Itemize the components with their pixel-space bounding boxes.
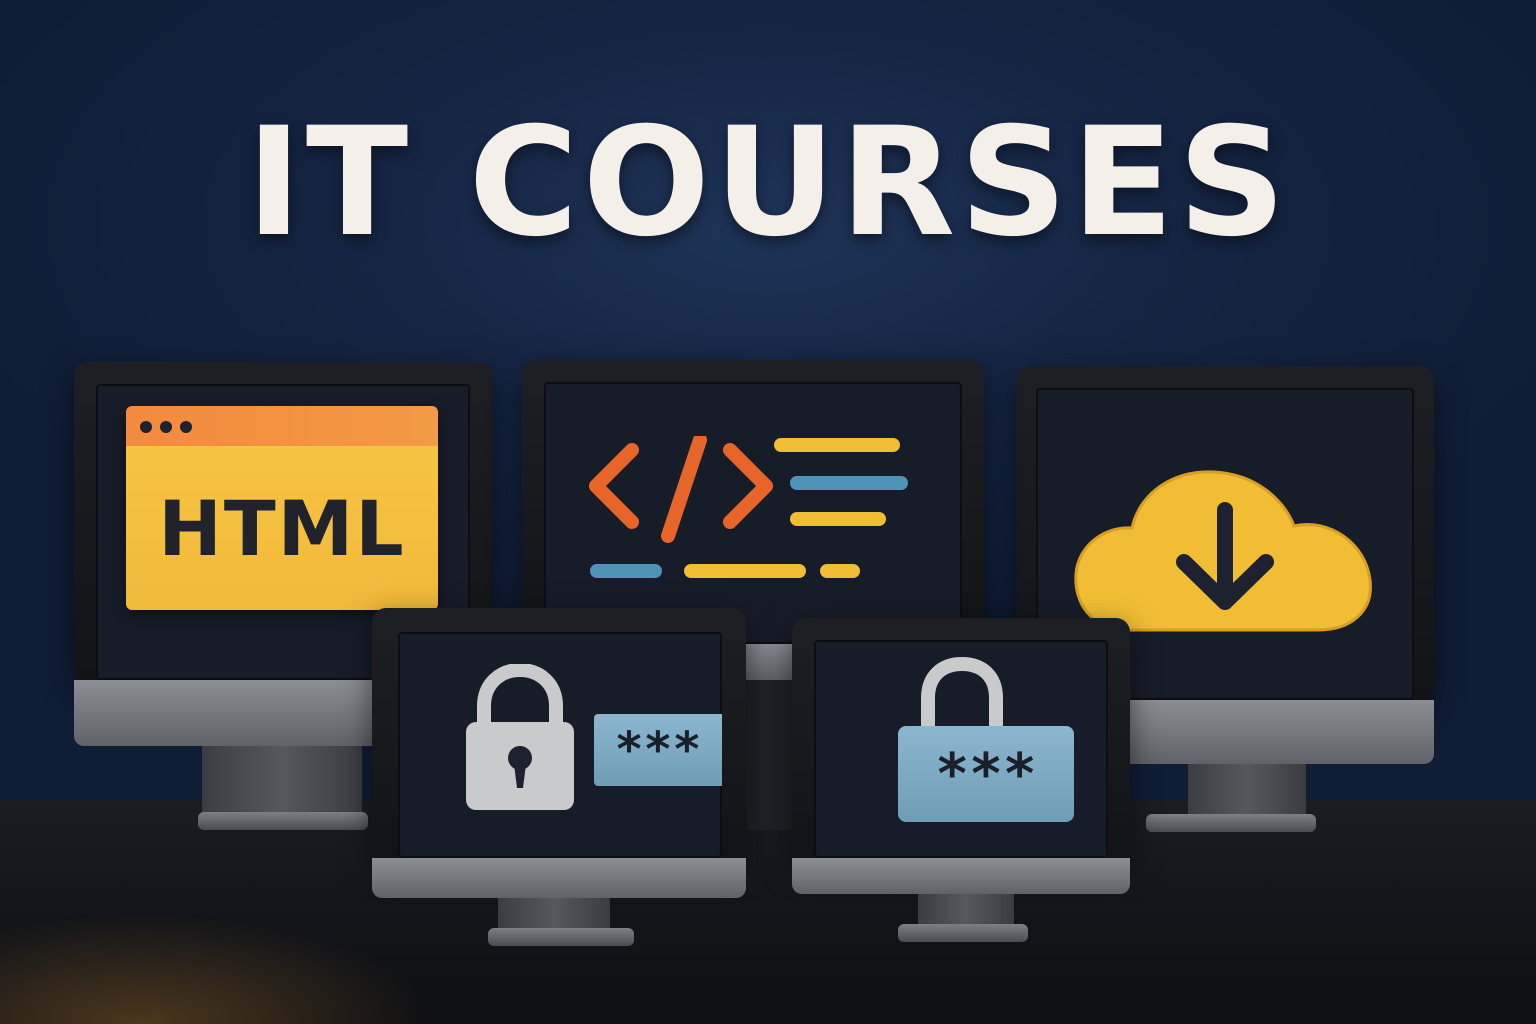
code-line xyxy=(774,438,900,452)
password-field-icon: *** xyxy=(898,726,1074,822)
code-line xyxy=(684,564,806,578)
monitor-lock-password: *** xyxy=(372,608,746,948)
page-title: IT COURSES xyxy=(246,96,1290,270)
cloud-download-icon xyxy=(1074,470,1372,632)
password-field-icon: *** xyxy=(594,714,722,786)
browser-window-icon: HTML xyxy=(126,406,438,610)
code-brackets-icon xyxy=(589,436,773,543)
padlock-icon xyxy=(466,664,574,810)
monitor-password-lock: *** xyxy=(792,618,1130,944)
code-line xyxy=(790,512,886,526)
code-line xyxy=(590,564,662,578)
padlock-icon xyxy=(921,656,1003,736)
html-label: HTML xyxy=(126,446,438,610)
code-line xyxy=(820,564,860,578)
code-line xyxy=(790,476,908,490)
